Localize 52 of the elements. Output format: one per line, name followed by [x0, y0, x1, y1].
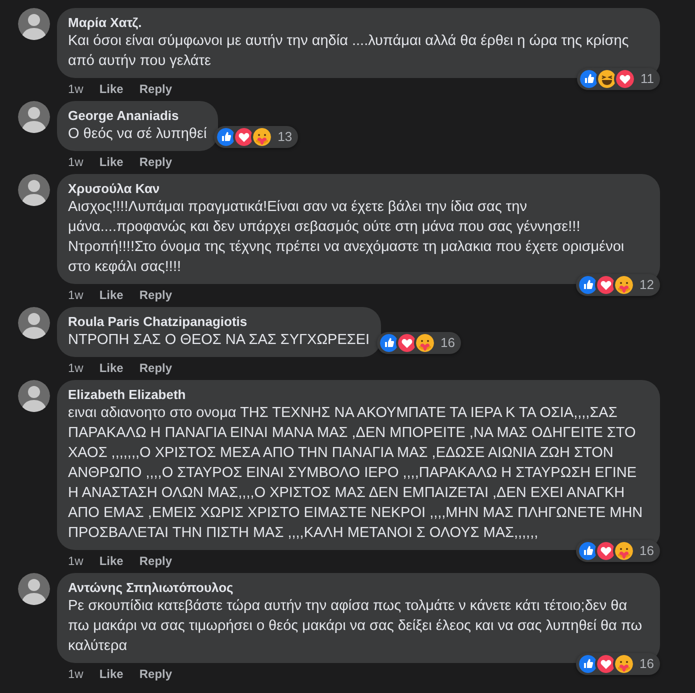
reaction-count: 11 — [640, 70, 654, 88]
reaction-count: 16 — [640, 655, 654, 674]
comment-text: Ο θεός να σέ λυπηθεί — [68, 125, 207, 144]
avatar[interactable] — [18, 101, 50, 133]
reaction-summary[interactable]: 16 — [576, 540, 660, 562]
author-name[interactable]: Μαρία Χατζ. — [68, 14, 649, 31]
comment-action-link[interactable]: Like — [99, 154, 124, 170]
timestamp[interactable]: 1w — [68, 553, 84, 569]
comment-text: ειναι αδιανοητο στο ονομα ΤΗΣ ΤΕΧΝΗΣ ΝΑ ΑΚΟΥΜΠΑΤΕ ΤΑ ΙΕΡΑ Κ ΤΑ ΟΣΙΑ,,,,ΣΑΣ ΠΑΡΑΚΑΛΩ Η ΠΑΝΑΓΙΑ ΕΙΝΑΙ ΜΑΝΑ ΜΑΣ ,ΔΕΝ ΜΠΟΡΕΙΤΕ ,ΝΑ ΜΑΣ ΟΔΗΓΕΙΤΕ ΣΤΟ ΧΑΟΣ ,,,,,,,Ο ΧΡΙΣΤΟΣ ΜΕΣΑ ΑΠΟ ΤΗΝ ΠΑΝΑΓΙΑ ΜΑΣ ,ΕΔΩΣΕ ΑΙΩΝΙΑ ΖΩΗ ΣΤΟΝ ΑΝΘΡΩΠΟ ,,,,Ο ΣΤΑΥΡΟΣ ΕΙΝΑΙ ΣΥΜΒΟΛΟ ΙΕΡΟ ,,,,ΠΑΡΑΚΑΛΩ Η ΣΤΑΥΡΩΣΗ ΕΓΙΝΕ Η ΑΝΑΣΤΑΣΗ ΟΛΩΝ ΜΑΣ,,,,Ο ΧΡΙΣΤΟΣ ΜΑΣ ΔΕΝ ΕΜΠΑΙΖΕΤΑΙ ,ΔΕΝ ΕΧΕΙ ΑΝΑΓΚΗ ΑΠΟ ΕΜΑΣ ,ΕΜΕΙΣ ΧΩΡΙΣ ΧΡΙΣΤΟ ΕΙΜΑΣΤΕ ΝΕΚΡΟΙ ,,,,ΜΗΝ ΜΑΣ ΠΛΗΓΩΝΕΤΕ ΜΗΝ ΠΡΟΣΒΑΛΕΤΑΙ ΤΗΝ ΠΙΣΤΗ ΜΑΣ ,,,,ΚΑΛΗ ΜΕΤΑΝΟΙ Σ ΟΛΟΥΣ ΜΑΣ,,,,,, — [68, 404, 644, 543]
author-name[interactable]: George Ananiadis — [68, 107, 207, 124]
comment-action-link[interactable]: Like — [99, 553, 124, 569]
timestamp[interactable]: 1w — [68, 81, 84, 97]
author-name[interactable]: Αντώνης Σπηλιωτόπουλος — [68, 579, 649, 596]
reaction-count: 16 — [640, 542, 654, 560]
reaction-summary[interactable]: 11 — [576, 68, 660, 90]
reaction-count: 12 — [640, 276, 654, 294]
reaction-count: 16 — [440, 334, 456, 352]
comment-action-link[interactable]: Like — [99, 360, 124, 376]
avatar[interactable] — [18, 573, 50, 605]
comment-action-link[interactable]: Like — [99, 666, 124, 682]
hugging-face-icon — [250, 126, 273, 148]
reaction-count: 13 — [278, 128, 292, 146]
timestamp[interactable]: 1w — [68, 666, 84, 682]
author-name[interactable]: Elizabeth Elizabeth — [68, 386, 649, 403]
comment-action-link[interactable]: Reply — [139, 553, 172, 569]
reaction-summary[interactable]: 16 — [376, 332, 462, 354]
comment-action-link[interactable]: Reply — [139, 154, 172, 170]
author-name[interactable]: Roula Paris Chatzipanagiotis — [68, 313, 370, 330]
timestamp[interactable]: 1w — [68, 287, 84, 303]
avatar[interactable] — [18, 8, 50, 40]
author-name[interactable]: Χρυσούλα Καν — [68, 180, 649, 197]
reaction-summary[interactable]: 13 — [214, 126, 298, 148]
comment-action-link[interactable]: Like — [99, 81, 124, 97]
comment-action-link[interactable]: Reply — [139, 360, 172, 376]
comment-action-link[interactable]: Reply — [139, 81, 172, 97]
reaction-summary[interactable]: 16 — [576, 653, 660, 675]
hugging-face-icon — [414, 332, 436, 354]
comment-text: Και όσοι είναι σύμφωνοι με αυτήν την αηδία ....λυπάμαι αλλά θα έρθει η ώρα της κρίσης από αυτήν που γελάτε — [68, 32, 630, 71]
comment-text: Αισχος!!!!Λυπάμαι πραγματικά!Είναι σαν να έχετε βάλει την ίδια σας την μάνα....προφανώς και δεν υπάρχει σεβασμός ούτε στη μάνα που σας γέννησε!!! Ντροπή!!!!Στο όνομα της τέχνης πρέπει να ανεχόμαστε τη μαλακια που έχετε ορισμένοι στο κεφάλι σας!!!! — [68, 198, 626, 277]
comment-action-link[interactable]: Reply — [139, 666, 172, 682]
timestamp[interactable]: 1w — [68, 154, 84, 170]
avatar[interactable] — [18, 174, 50, 206]
avatar[interactable] — [18, 380, 50, 412]
avatar[interactable] — [18, 307, 50, 339]
heart-icon — [232, 126, 255, 148]
comment-text: Ρε σκουπίδια κατεβάστε τώρα αυτήν την αφίσα πως τολμάτε ν κάνετε κάτι τέτοιο;δεν θα πω μακάρι να σας τιμωρήσει ο θεός μακάρι να σας δείξει έλεος και να σας λυπηθεί θα πω καλύτερα — [68, 597, 644, 656]
comment-text: ΝΤΡΟΠΗ ΣΑΣ Ο ΘΕΟΣ ΝΑ ΣΑΣ ΣΥΓΧΩΡΕΣΕΙ — [68, 331, 370, 350]
comment-action-link[interactable]: Reply — [139, 287, 172, 303]
comment-action-link[interactable]: Like — [99, 287, 124, 303]
heart-icon — [396, 332, 418, 354]
timestamp[interactable]: 1w — [68, 360, 84, 376]
reaction-summary[interactable]: 12 — [576, 274, 660, 296]
